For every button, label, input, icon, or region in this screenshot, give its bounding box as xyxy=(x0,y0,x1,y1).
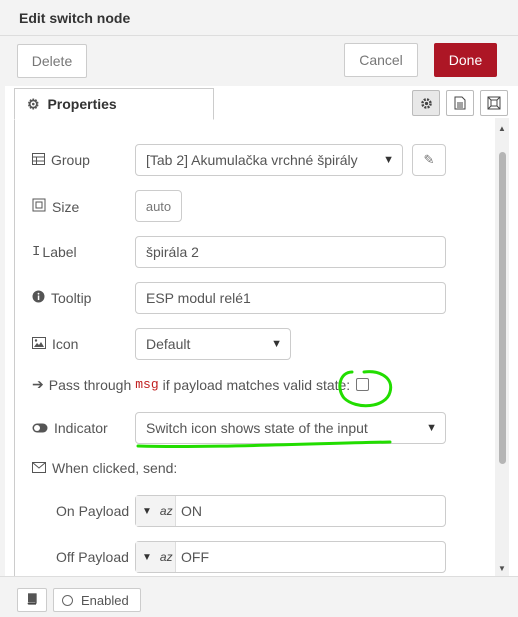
image-icon xyxy=(32,336,52,352)
properties-panel: Group [Tab 2] Akumulačka vrchné špirály … xyxy=(14,118,509,576)
tooltip-input-value: ESP modul relé1 xyxy=(146,290,251,306)
indicator-select-value: Switch icon shows state of the input xyxy=(146,420,368,436)
done-button[interactable]: Done xyxy=(434,43,497,77)
edit-group-button[interactable]: ✎ xyxy=(412,144,446,176)
arrow-right-icon: ➔ xyxy=(32,376,44,392)
gear-icon: ⚙ xyxy=(27,96,40,112)
tooltip-label-row: Tooltip xyxy=(32,290,91,306)
pass-through-checkbox[interactable] xyxy=(356,378,369,391)
table-icon xyxy=(32,152,51,168)
when-clicked-row: When clicked, send: xyxy=(32,460,177,476)
size-label-row: Size xyxy=(32,198,79,215)
scroll-down-icon[interactable]: ▼ xyxy=(498,564,506,573)
toggle-icon xyxy=(32,420,54,436)
group-label: Group xyxy=(51,152,90,168)
chevron-down-icon: ▼ xyxy=(271,338,282,350)
off-payload-value: OFF xyxy=(181,549,209,565)
icon-select[interactable]: Default ▼ xyxy=(135,328,291,360)
pass-through-code: msg xyxy=(135,377,159,392)
label-label: Label xyxy=(42,244,77,260)
enabled-toggle[interactable]: Enabled xyxy=(53,588,141,612)
dialog-button-row: Delete Cancel Done xyxy=(0,36,518,86)
dialog-footer: Enabled xyxy=(0,576,518,617)
on-payload-value: ON xyxy=(181,503,202,519)
pass-through-prefix: Pass through xyxy=(48,376,132,393)
when-clicked-label: When clicked, send: xyxy=(52,460,178,476)
pencil-icon: ✎ xyxy=(423,152,435,167)
help-book-button[interactable] xyxy=(17,588,47,612)
group-select[interactable]: [Tab 2] Akumulačka vrchné špirály ▼ xyxy=(135,144,403,176)
description-tab-document-icon[interactable] xyxy=(446,90,474,116)
indicator-label: Indicator xyxy=(54,420,108,436)
pass-through-suffix: if payload matches valid state: xyxy=(162,376,351,393)
text-cursor-icon: I xyxy=(32,244,41,260)
string-type-icon: az xyxy=(159,550,173,564)
off-payload-type-select[interactable]: ▼ az xyxy=(136,542,176,572)
tooltip-input[interactable]: ESP modul relé1 xyxy=(135,282,446,314)
tabs-bar: ⚙ Properties xyxy=(0,86,518,120)
scroll-thumb[interactable] xyxy=(499,152,506,464)
string-type-icon: az xyxy=(159,504,173,518)
caret-down-icon: ▼ xyxy=(142,551,152,563)
enabled-label: Enabled xyxy=(81,592,129,608)
group-select-value: [Tab 2] Akumulačka vrchné špirály xyxy=(146,152,358,168)
cancel-button[interactable]: Cancel xyxy=(344,43,418,77)
pass-through-row: ➔ Pass through msg if payload matches va… xyxy=(32,376,350,393)
off-payload-input[interactable]: ▼ az OFF xyxy=(135,541,446,573)
indicator-select[interactable]: Switch icon shows state of the input ▼ xyxy=(135,412,446,444)
on-payload-type-select[interactable]: ▼ az xyxy=(136,496,176,526)
dialog-title-bar: Edit switch node xyxy=(0,0,518,36)
icon-label-row: Icon xyxy=(32,336,78,352)
size-value: auto xyxy=(145,198,172,214)
settings-tab-gear-icon[interactable] xyxy=(412,90,440,116)
tab-properties-label: Properties xyxy=(47,96,117,112)
group-label-row: Group xyxy=(32,152,90,168)
label-input[interactable]: špirála 2 xyxy=(135,236,446,268)
on-payload-input[interactable]: ▼ az ON xyxy=(135,495,446,527)
dialog-title: Edit switch node xyxy=(19,10,131,26)
label-input-value: špirála 2 xyxy=(146,244,199,260)
indicator-label-row: Indicator xyxy=(32,420,108,436)
envelope-icon xyxy=(32,460,52,476)
chevron-down-icon: ▼ xyxy=(426,422,437,434)
size-label: Size xyxy=(52,198,80,215)
on-payload-label: On Payload xyxy=(56,503,130,519)
tooltip-label: Tooltip xyxy=(51,290,92,306)
circle-icon xyxy=(62,594,73,606)
chevron-down-icon: ▼ xyxy=(383,154,394,166)
info-icon xyxy=(32,290,51,306)
caret-down-icon: ▼ xyxy=(142,505,152,517)
scroll-up-icon[interactable]: ▲ xyxy=(498,124,506,133)
size-icon xyxy=(32,198,52,215)
label-label-row: I Label xyxy=(32,244,77,260)
icon-select-value: Default xyxy=(146,336,191,352)
appearance-tab-frame-icon[interactable] xyxy=(480,90,508,116)
tab-properties[interactable]: ⚙ Properties xyxy=(14,88,214,120)
scrollbar[interactable]: ▲ ▼ xyxy=(495,118,509,576)
book-icon xyxy=(26,592,38,608)
icon-label: Icon xyxy=(52,336,79,352)
delete-button[interactable]: Delete xyxy=(17,44,87,78)
size-button[interactable]: auto xyxy=(135,190,182,222)
off-payload-label: Off Payload xyxy=(56,549,129,565)
